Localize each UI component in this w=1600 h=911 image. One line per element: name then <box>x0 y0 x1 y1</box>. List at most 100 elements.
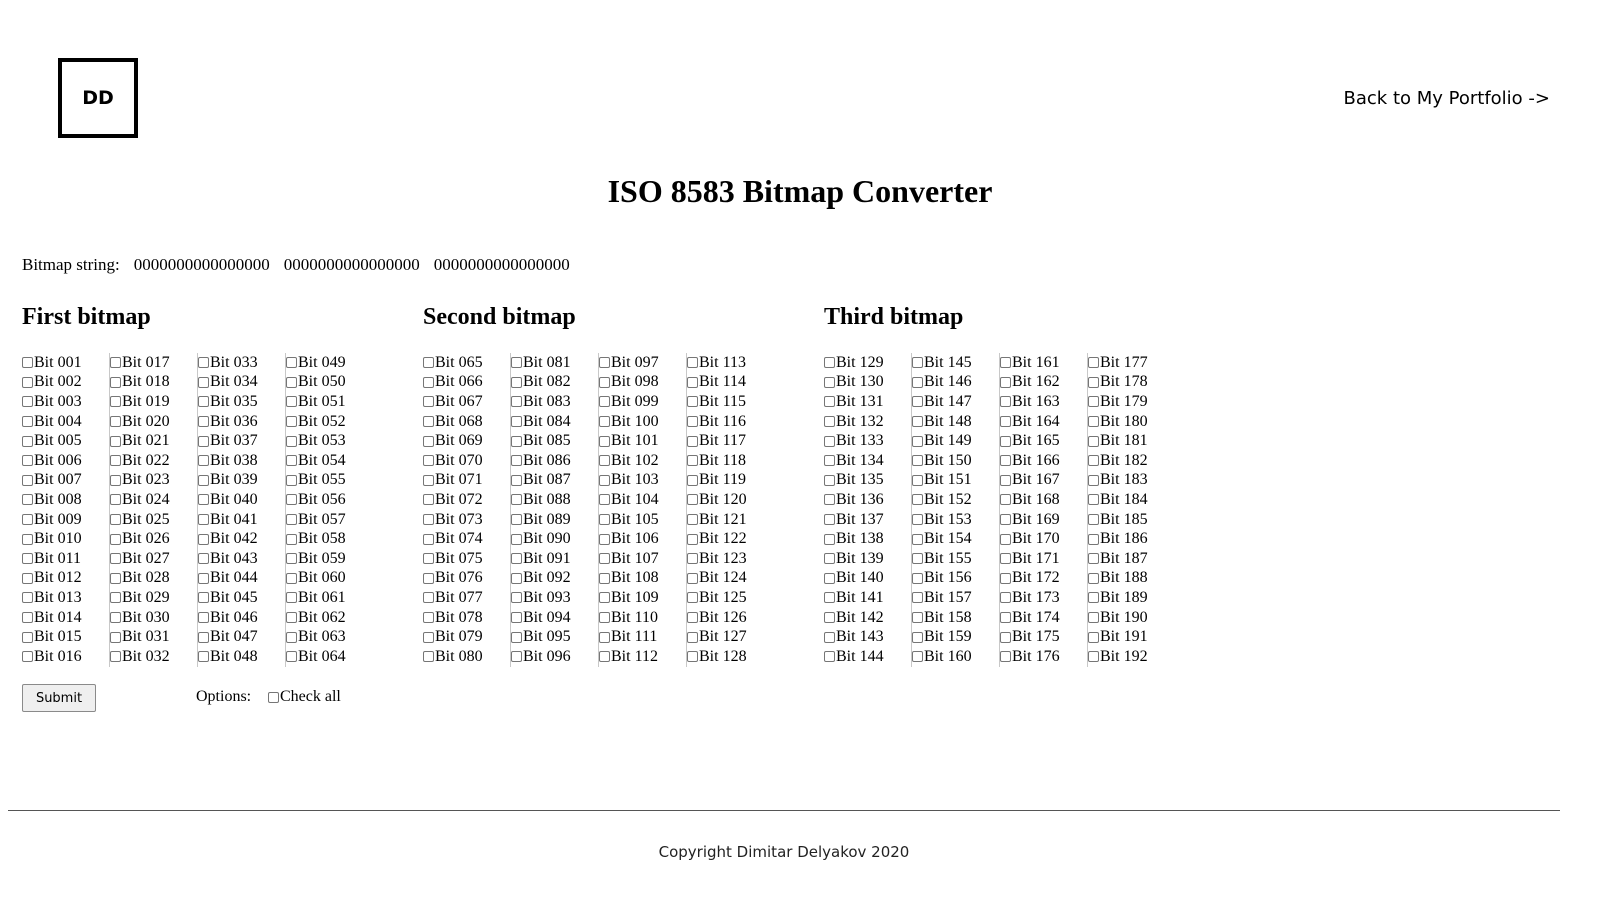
bit-checkbox[interactable]: Bit 020 <box>110 412 197 432</box>
checkbox-box[interactable] <box>110 553 121 565</box>
submit-button[interactable]: Submit <box>22 684 96 712</box>
bit-checkbox[interactable]: Bit 146 <box>912 373 999 393</box>
checkbox-box[interactable] <box>110 651 121 663</box>
checkbox-box[interactable] <box>687 553 698 565</box>
checkbox-box[interactable] <box>286 357 297 369</box>
checkbox-box[interactable] <box>687 474 698 486</box>
checkbox-box[interactable] <box>286 396 297 408</box>
bit-checkbox[interactable]: Bit 191 <box>1088 627 1176 647</box>
checkbox-box[interactable] <box>110 592 121 604</box>
checkbox-box[interactable] <box>687 455 698 467</box>
bit-checkbox[interactable]: Bit 167 <box>1000 471 1087 491</box>
checkbox-box[interactable] <box>687 612 698 624</box>
checkbox-box[interactable] <box>198 651 209 663</box>
checkbox-box[interactable] <box>912 357 923 369</box>
bit-checkbox[interactable]: Bit 056 <box>286 490 374 510</box>
bit-checkbox[interactable]: Bit 089 <box>511 510 598 530</box>
bit-checkbox[interactable]: Bit 183 <box>1088 471 1176 491</box>
checkbox-box[interactable] <box>110 435 121 447</box>
checkbox-box[interactable] <box>286 553 297 565</box>
bit-checkbox[interactable]: Bit 052 <box>286 412 374 432</box>
bit-checkbox[interactable]: Bit 031 <box>110 627 197 647</box>
checkbox-box[interactable] <box>687 376 698 388</box>
bit-checkbox[interactable]: Bit 152 <box>912 490 999 510</box>
bit-checkbox[interactable]: Bit 125 <box>687 588 775 608</box>
checkbox-box[interactable] <box>198 396 209 408</box>
checkbox-box[interactable] <box>110 474 121 486</box>
checkbox-box[interactable] <box>687 592 698 604</box>
bit-checkbox[interactable]: Bit 128 <box>687 647 775 667</box>
bit-checkbox[interactable]: Bit 063 <box>286 627 374 647</box>
checkbox-box[interactable] <box>423 631 434 643</box>
bit-checkbox[interactable]: Bit 039 <box>198 471 285 491</box>
checkbox-box[interactable] <box>286 416 297 428</box>
checkbox-box[interactable] <box>599 494 610 506</box>
bit-checkbox[interactable]: Bit 168 <box>1000 490 1087 510</box>
checkbox-box[interactable] <box>824 631 835 643</box>
bit-checkbox[interactable]: Bit 108 <box>599 569 686 589</box>
bit-checkbox[interactable]: Bit 025 <box>110 510 197 530</box>
bit-checkbox[interactable]: Bit 150 <box>912 451 999 471</box>
checkbox-box[interactable] <box>1000 357 1011 369</box>
checkbox-box[interactable] <box>599 474 610 486</box>
checkbox-box[interactable] <box>286 376 297 388</box>
bit-checkbox[interactable]: Bit 004 <box>22 412 109 432</box>
checkbox-box[interactable] <box>423 553 434 565</box>
bit-checkbox[interactable]: Bit 077 <box>423 588 510 608</box>
bit-checkbox[interactable]: Bit 139 <box>824 549 911 569</box>
bit-checkbox[interactable]: Bit 159 <box>912 627 999 647</box>
bit-checkbox[interactable]: Bit 054 <box>286 451 374 471</box>
checkbox-box[interactable] <box>824 553 835 565</box>
checkbox-box[interactable] <box>1088 396 1099 408</box>
checkbox-box[interactable] <box>599 572 610 584</box>
checkbox-box[interactable] <box>286 592 297 604</box>
bit-checkbox[interactable]: Bit 048 <box>198 647 285 667</box>
bit-checkbox[interactable]: Bit 171 <box>1000 549 1087 569</box>
checkbox-box[interactable] <box>22 435 33 447</box>
checkbox-box[interactable] <box>599 376 610 388</box>
bit-checkbox[interactable]: Bit 081 <box>511 353 598 373</box>
bit-checkbox[interactable]: Bit 169 <box>1000 510 1087 530</box>
bit-checkbox[interactable]: Bit 113 <box>687 353 775 373</box>
checkbox-box[interactable] <box>22 396 33 408</box>
bit-checkbox[interactable]: Bit 165 <box>1000 431 1087 451</box>
bit-checkbox[interactable]: Bit 065 <box>423 353 510 373</box>
bit-checkbox[interactable]: Bit 015 <box>22 627 109 647</box>
checkbox-box[interactable] <box>110 572 121 584</box>
checkbox-box[interactable] <box>198 631 209 643</box>
checkbox-box[interactable] <box>110 376 121 388</box>
bit-checkbox[interactable]: Bit 075 <box>423 549 510 569</box>
bit-checkbox[interactable]: Bit 149 <box>912 431 999 451</box>
bit-checkbox[interactable]: Bit 156 <box>912 569 999 589</box>
bit-checkbox[interactable]: Bit 002 <box>22 373 109 393</box>
checkbox-box[interactable] <box>687 533 698 545</box>
checkbox-box[interactable] <box>423 357 434 369</box>
bit-checkbox[interactable]: Bit 042 <box>198 529 285 549</box>
bit-checkbox[interactable]: Bit 160 <box>912 647 999 667</box>
bit-checkbox[interactable]: Bit 060 <box>286 569 374 589</box>
checkbox-box[interactable] <box>110 455 121 467</box>
bit-checkbox[interactable]: Bit 188 <box>1088 569 1176 589</box>
bit-checkbox[interactable]: Bit 107 <box>599 549 686 569</box>
checkbox-box[interactable] <box>687 494 698 506</box>
bit-checkbox[interactable]: Bit 074 <box>423 529 510 549</box>
bit-checkbox[interactable]: Bit 051 <box>286 392 374 412</box>
bit-checkbox[interactable]: Bit 170 <box>1000 529 1087 549</box>
checkbox-box[interactable] <box>22 455 33 467</box>
bit-checkbox[interactable]: Bit 129 <box>824 353 911 373</box>
checkbox-box[interactable] <box>824 474 835 486</box>
checkbox-box[interactable] <box>687 514 698 526</box>
checkbox-box[interactable] <box>198 514 209 526</box>
bit-checkbox[interactable]: Bit 085 <box>511 431 598 451</box>
bit-checkbox[interactable]: Bit 050 <box>286 373 374 393</box>
bit-checkbox[interactable]: Bit 018 <box>110 373 197 393</box>
bit-checkbox[interactable]: Bit 151 <box>912 471 999 491</box>
bit-checkbox[interactable]: Bit 086 <box>511 451 598 471</box>
bit-checkbox[interactable]: Bit 123 <box>687 549 775 569</box>
bit-checkbox[interactable]: Bit 133 <box>824 431 911 451</box>
checkbox-box[interactable] <box>912 494 923 506</box>
checkbox-box[interactable] <box>824 612 835 624</box>
bit-checkbox[interactable]: Bit 134 <box>824 451 911 471</box>
checkbox-box[interactable] <box>912 455 923 467</box>
bit-checkbox[interactable]: Bit 027 <box>110 549 197 569</box>
